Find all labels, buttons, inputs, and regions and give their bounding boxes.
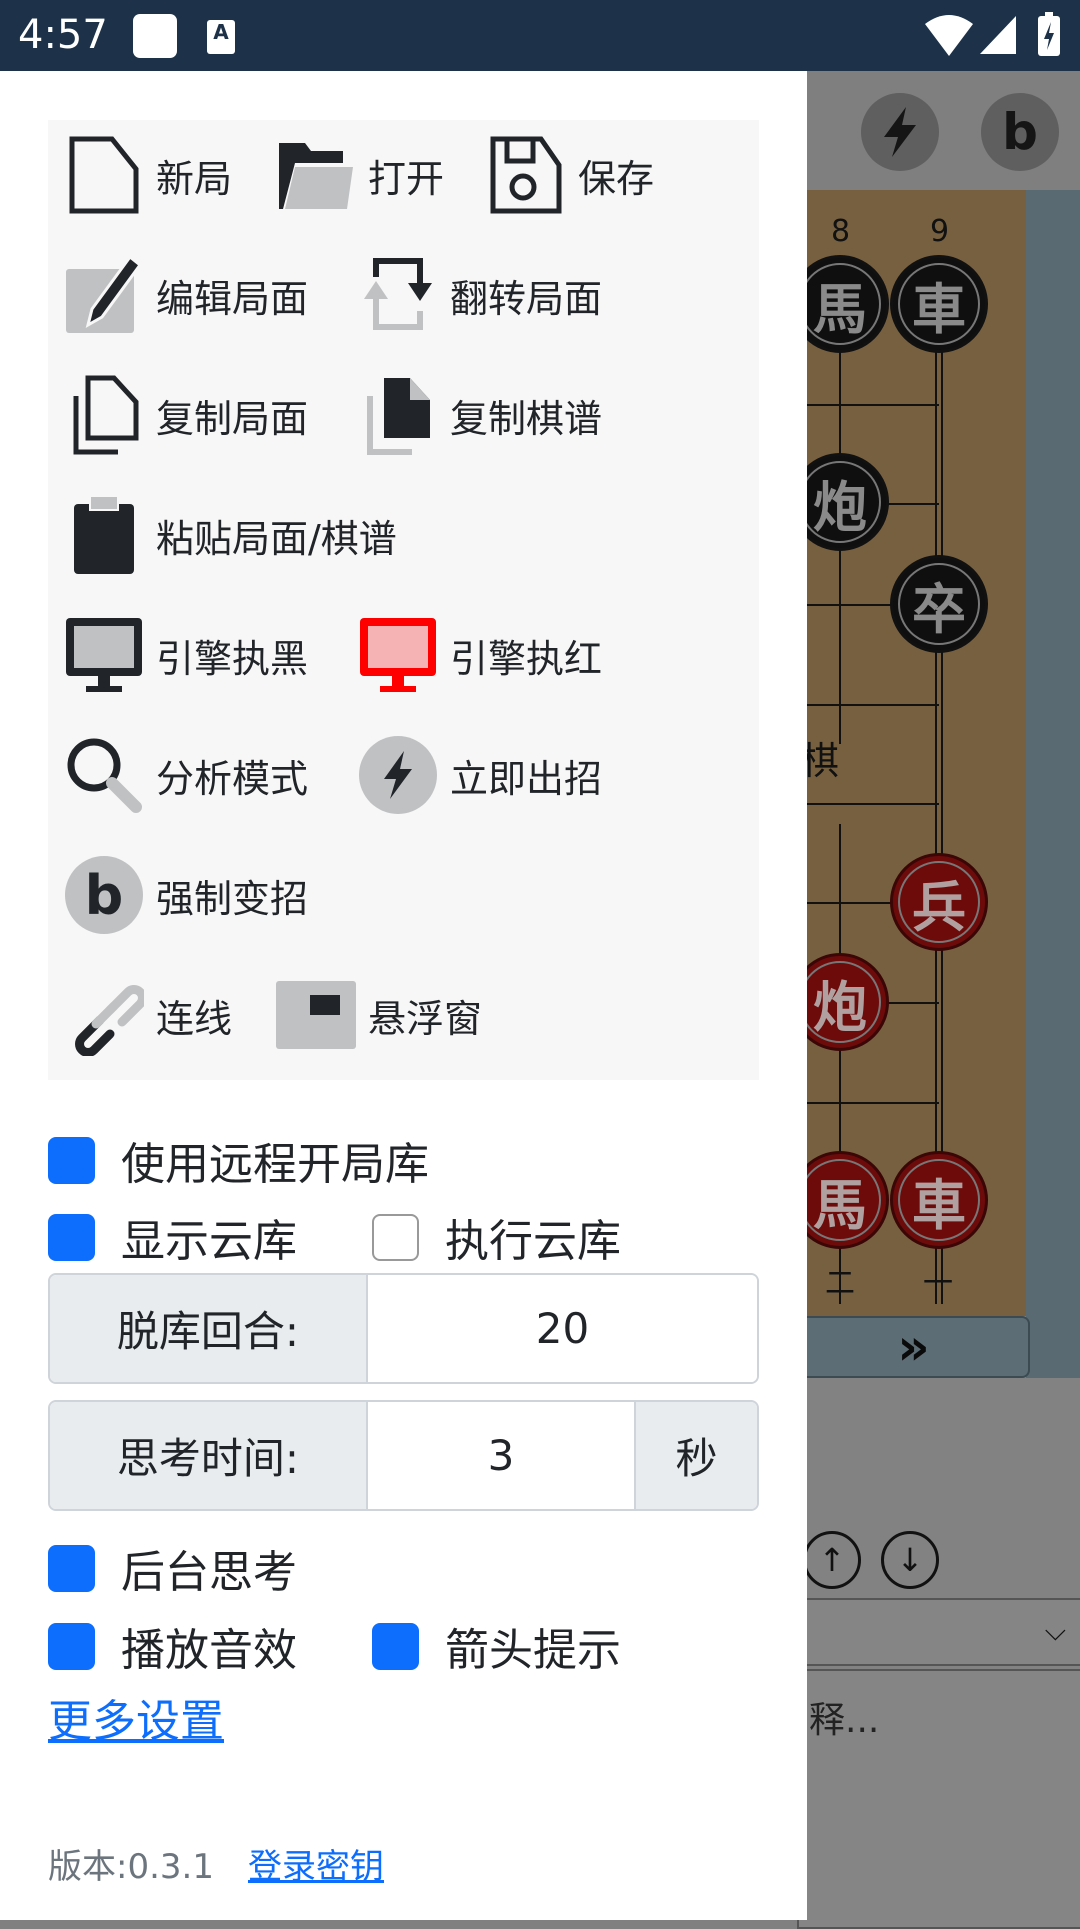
arrow-hint-checkbox[interactable]: 箭头提示 <box>372 1614 621 1678</box>
wifi-icon <box>925 15 973 56</box>
edit-position-button[interactable]: 编辑局面 <box>64 250 308 340</box>
column-number: 二 <box>825 1266 855 1301</box>
copy-record-button[interactable]: 复制棋谱 <box>358 370 602 460</box>
monitor-icon <box>66 618 142 692</box>
column-number: 8 <box>831 214 851 249</box>
monitor-red-icon <box>360 618 436 692</box>
float-window-icon <box>276 981 356 1049</box>
chevron-down-icon: ⌵ <box>1044 1614 1066 1647</box>
floppy-icon <box>490 136 562 214</box>
column-number: 9 <box>930 214 950 249</box>
piece[interactable]: 車 <box>890 255 988 353</box>
checkbox-checked[interactable] <box>48 1213 95 1261</box>
menu-panel: 新局 打开 保存 编辑局面 翻转局面 复制局面 复制棋谱 粘贴局面/棋谱 引擎执… <box>48 120 759 1080</box>
flip-icon <box>364 258 432 330</box>
arrow-up-button[interactable]: ↑ <box>803 1531 861 1589</box>
comment-textarea[interactable]: 释... <box>797 1669 1080 1929</box>
think-time-label: 思考时间: <box>50 1402 366 1509</box>
save-button[interactable]: 保存 <box>486 130 654 220</box>
board-side <box>1026 190 1080 1378</box>
copy-icon <box>73 375 139 455</box>
copy-position-button[interactable]: 复制局面 <box>64 370 308 460</box>
engine-red-button[interactable]: 引擎执红 <box>358 610 602 700</box>
think-time-input[interactable]: 3 <box>366 1402 636 1509</box>
chess-board[interactable]: 8 9 棋 馬 車 炮 卒 兵 炮 馬 車 二 一 <box>791 190 1026 1316</box>
status-bar: 4:57 A <box>0 0 1080 71</box>
force-change-button[interactable]: b <box>981 93 1059 171</box>
lightning-icon <box>359 736 437 814</box>
more-settings-link[interactable]: 更多设置 <box>48 1685 224 1749</box>
show-cloud-checkbox[interactable]: 显示云库 <box>48 1205 297 1269</box>
main-screen-dimmed: b 8 9 棋 馬 車 炮 卒 兵 炮 馬 車 二 一 » ↑ ↓ ⌵ 释... <box>791 71 1080 1929</box>
side-drawer: 新局 打开 保存 编辑局面 翻转局面 复制局面 复制棋谱 粘贴局面/棋谱 引擎执… <box>0 71 807 1920</box>
paste-button[interactable]: 粘贴局面/棋谱 <box>64 490 397 580</box>
leave-book-input[interactable]: 20 <box>366 1275 757 1382</box>
column-number: 一 <box>923 1266 953 1301</box>
analysis-mode-button[interactable]: 分析模式 <box>64 730 308 820</box>
run-cloud-checkbox[interactable]: 执行云库 <box>372 1205 621 1269</box>
login-key-link[interactable]: 登录密钥 <box>248 1839 384 1888</box>
arrow-down-button[interactable]: ↓ <box>881 1531 939 1589</box>
edit-icon <box>66 255 143 333</box>
think-time-group: 思考时间: 3 秒 <box>48 1400 759 1511</box>
keyboard-notification-icon: A <box>207 20 235 54</box>
lightning-icon <box>884 107 916 157</box>
flip-board-button[interactable]: 翻转局面 <box>358 250 602 340</box>
b-circle-icon: b <box>65 856 143 934</box>
piece[interactable]: 卒 <box>890 555 988 653</box>
checkbox-checked[interactable] <box>48 1136 95 1184</box>
copy-filled-icon <box>367 378 430 455</box>
search-icon <box>67 738 142 813</box>
leave-book-label: 脱库回合: <box>50 1275 366 1382</box>
move-select[interactable]: ⌵ <box>797 1598 1080 1666</box>
remote-book-checkbox[interactable]: 使用远程开局库 <box>48 1128 429 1192</box>
move-now-menu-button[interactable]: 立即出招 <box>358 730 602 820</box>
engine-black-button[interactable]: 引擎执黑 <box>64 610 308 700</box>
clock: 4:57 <box>18 12 108 58</box>
sound-checkbox[interactable]: 播放音效 <box>48 1614 297 1678</box>
forward-button[interactable]: » <box>797 1316 1030 1378</box>
think-time-unit: 秒 <box>636 1402 757 1509</box>
connect-button[interactable]: 连线 <box>64 970 232 1060</box>
checkbox-checked[interactable] <box>48 1544 95 1592</box>
folder-open-icon <box>279 143 353 209</box>
battery-icon <box>1038 12 1060 56</box>
link-icon <box>75 985 144 1056</box>
checkbox-checked[interactable] <box>372 1622 419 1670</box>
version-text: 版本:0.3.1 <box>48 1847 214 1887</box>
background-think-checkbox[interactable]: 后台思考 <box>48 1536 297 1600</box>
open-button[interactable]: 打开 <box>276 130 444 220</box>
toolbar: b <box>807 71 1080 190</box>
move-now-button[interactable] <box>861 93 939 171</box>
signal-icon <box>980 16 1016 54</box>
float-window-button[interactable]: 悬浮窗 <box>276 970 482 1060</box>
piece[interactable]: 兵 <box>890 853 988 951</box>
checkbox-checked[interactable] <box>48 1622 95 1670</box>
leave-book-group: 脱库回合: 20 <box>48 1273 759 1384</box>
checkbox-unchecked[interactable] <box>372 1213 419 1261</box>
force-change-menu-button[interactable]: b 强制变招 <box>64 850 308 940</box>
clipboard-icon <box>74 495 134 574</box>
piece[interactable]: 車 <box>890 1151 988 1249</box>
file-icon <box>69 136 139 214</box>
notification-icon <box>133 14 177 58</box>
new-game-button[interactable]: 新局 <box>64 130 232 220</box>
